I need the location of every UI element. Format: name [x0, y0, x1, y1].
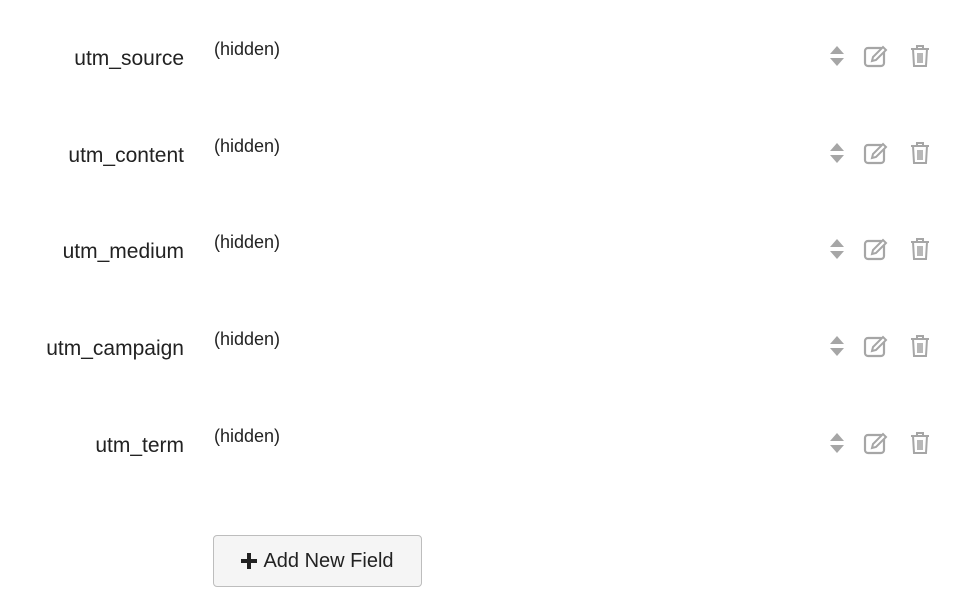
field-row: utm_medium (hidden) — [0, 231, 980, 291]
field-row: utm_source (hidden) — [0, 38, 980, 98]
field-value: (hidden) — [214, 39, 281, 59]
add-new-field-button[interactable]: Add New Field — [213, 535, 422, 587]
trash-icon[interactable] — [908, 332, 932, 360]
trash-icon[interactable] — [908, 42, 932, 70]
trash-icon[interactable] — [908, 429, 932, 457]
field-label: utm_source — [74, 47, 184, 70]
sort-icon[interactable] — [826, 235, 848, 263]
sort-icon[interactable] — [826, 429, 848, 457]
field-label: utm_content — [68, 144, 184, 167]
row-actions — [824, 235, 944, 263]
edit-icon[interactable] — [862, 235, 890, 263]
field-row: utm_campaign (hidden) — [0, 328, 980, 388]
sort-icon[interactable] — [826, 42, 848, 70]
row-actions — [824, 429, 944, 457]
field-row: utm_content (hidden) — [0, 135, 980, 195]
row-actions — [824, 332, 944, 360]
field-value: (hidden) — [214, 136, 281, 156]
edit-icon[interactable] — [862, 42, 890, 70]
plus-icon — [241, 553, 258, 569]
field-value: (hidden) — [214, 232, 281, 252]
add-new-field-label: Add New Field — [263, 549, 394, 572]
edit-icon[interactable] — [862, 429, 890, 457]
field-label: utm_medium — [62, 240, 184, 263]
field-label: utm_term — [95, 434, 184, 457]
edit-icon[interactable] — [862, 332, 890, 360]
edit-icon[interactable] — [862, 139, 890, 167]
sort-icon[interactable] — [826, 139, 848, 167]
row-actions — [824, 42, 944, 70]
row-actions — [824, 139, 944, 167]
field-value: (hidden) — [214, 329, 281, 349]
trash-icon[interactable] — [908, 235, 932, 263]
field-label: utm_campaign — [46, 337, 184, 360]
trash-icon[interactable] — [908, 139, 932, 167]
sort-icon[interactable] — [826, 332, 848, 360]
field-value: (hidden) — [214, 426, 281, 446]
field-row: utm_term (hidden) — [0, 425, 980, 485]
